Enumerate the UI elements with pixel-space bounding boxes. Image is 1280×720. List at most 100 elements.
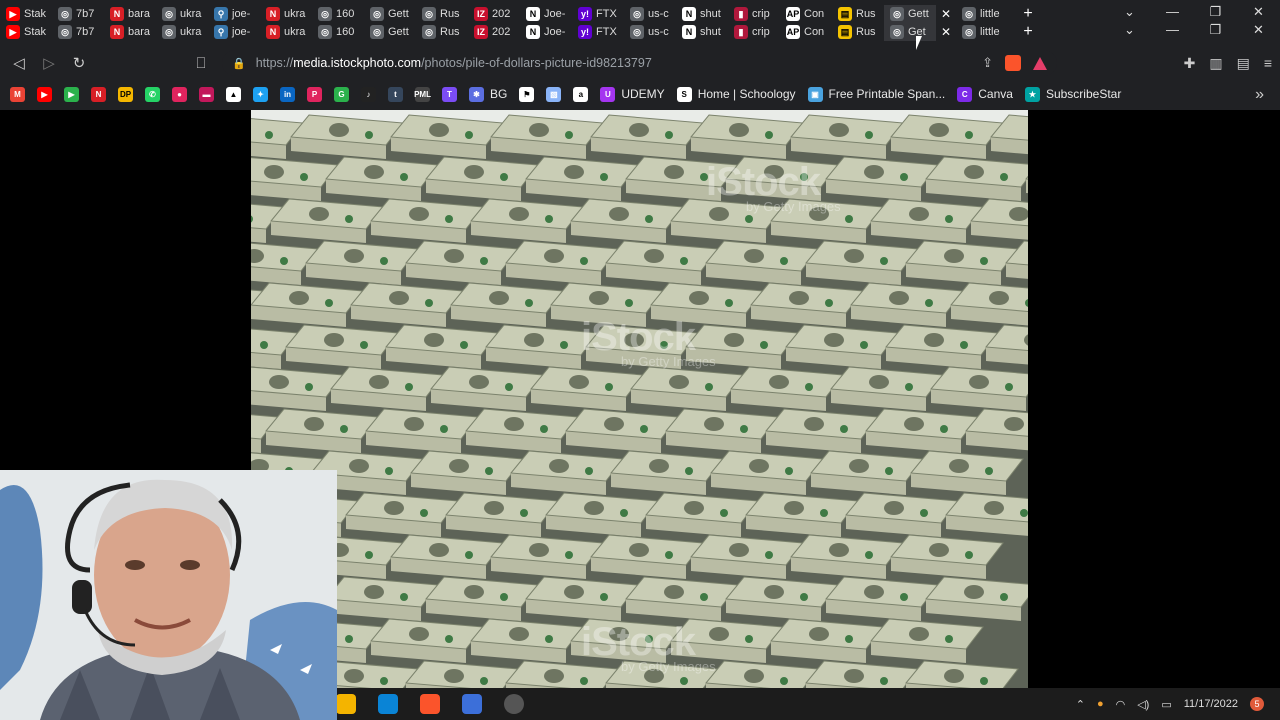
stock-photo-money-pile[interactable]: iStock by Getty Images iStock by Getty Ima…	[251, 110, 1028, 693]
tab[interactable]: N Joe-	[520, 5, 572, 23]
maximize-button[interactable]: ❐	[1194, 4, 1237, 20]
tab[interactable]: Nshut	[676, 5, 728, 23]
tab-search-icon[interactable]: ⌄	[1108, 4, 1151, 20]
bookmark-item[interactable]: G	[334, 86, 349, 102]
sidebar-icon[interactable]: ▥	[1209, 55, 1222, 72]
tab[interactable]: ◎ 7b7	[52, 23, 104, 41]
tray-overflow-icon[interactable]: ⌃	[1076, 698, 1085, 711]
bookmark-item[interactable]: ▧	[546, 86, 562, 102]
tab[interactable]: ◎ us-c	[624, 23, 676, 41]
app-icon[interactable]	[462, 694, 482, 714]
bookmark-item[interactable]: N	[91, 86, 106, 102]
tab[interactable]: Nukra	[260, 5, 312, 23]
tab[interactable]: Nbara	[104, 23, 156, 41]
menu-icon[interactable]: ≡	[1264, 55, 1272, 71]
tab[interactable]: ▤ Rus	[832, 5, 884, 23]
bookmark-item[interactable]: ▶	[64, 86, 79, 102]
minimize-button[interactable]: —	[1151, 22, 1194, 38]
tab[interactable]: ⚲ joe-	[208, 23, 260, 41]
tab[interactable]: ◎ ukra	[156, 23, 208, 41]
tab[interactable]: IZ 202	[468, 23, 520, 41]
bookmark-item[interactable]: ▶	[37, 86, 52, 102]
extensions-icon[interactable]: ✚	[1184, 55, 1196, 72]
tab[interactable]: y! FTX	[572, 23, 624, 41]
volume-icon[interactable]: ◁)	[1137, 698, 1149, 711]
tab-search-icon[interactable]: ⌄	[1108, 22, 1151, 38]
tab[interactable]: N Joe-	[520, 23, 572, 41]
bookmark-item[interactable]: ⚑	[519, 86, 535, 102]
bookmark-item[interactable]: DP	[118, 86, 133, 102]
tab[interactable]: ◎ Rus	[416, 5, 468, 23]
bookmark-item[interactable]: ★ SubscribeStar	[1024, 86, 1121, 102]
close-button[interactable]: ✕	[1237, 22, 1280, 38]
address-bar[interactable]: 🔒 https:// media.istockphoto.com /photos…	[222, 50, 1057, 76]
bookmark-item[interactable]: C Canva	[957, 86, 1013, 102]
maximize-button[interactable]: ❐	[1194, 22, 1237, 38]
chrome-icon[interactable]	[336, 694, 356, 714]
share-icon[interactable]: ⇪	[982, 55, 993, 71]
bookmark-item[interactable]: P	[307, 86, 322, 102]
bookmark-item[interactable]: ●	[172, 86, 187, 102]
tab[interactable]: ◎ 160	[312, 23, 364, 41]
tab[interactable]: Nshut	[676, 23, 728, 41]
mic-icon[interactable]: ●	[1097, 698, 1104, 710]
wallet-icon[interactable]: ▤	[1237, 55, 1250, 72]
bookmark-item[interactable]: U UDEMY	[600, 86, 665, 102]
bookmark-item[interactable]: S Home | Schoology	[676, 86, 796, 102]
tab[interactable]: ◎ little	[956, 23, 1008, 41]
tab[interactable]: ◎ Get	[884, 23, 936, 41]
tab[interactable]: IZ 202	[468, 5, 520, 23]
forward-button[interactable]: ▷	[34, 54, 64, 72]
brave-icon[interactable]	[420, 694, 440, 714]
close-tab-icon[interactable]: ✕	[936, 25, 956, 39]
tab[interactable]: ◎ little	[956, 5, 1008, 23]
bookmark-item[interactable]: ✱ BG	[469, 86, 507, 102]
tab[interactable]: Nukra	[260, 23, 312, 41]
tab[interactable]: ◎ Gett	[884, 5, 936, 23]
tab[interactable]: ⚲ joe-	[208, 5, 260, 23]
bookmark-item[interactable]: ✦	[253, 86, 268, 102]
bookmark-item[interactable]: ▬	[199, 86, 214, 102]
battery-icon[interactable]: ▭	[1161, 698, 1171, 711]
bookmark-item[interactable]: PML	[414, 86, 431, 102]
bookmark-item[interactable]: T	[442, 86, 457, 102]
bookmark-item[interactable]: ♪	[361, 86, 376, 102]
wifi-icon[interactable]: ◠	[1116, 698, 1126, 711]
bookmark-item[interactable]: M	[10, 86, 25, 102]
new-tab-button[interactable]: +	[1018, 5, 1038, 23]
minimize-button[interactable]: —	[1151, 4, 1194, 20]
tab[interactable]: ◎ Gett	[364, 5, 416, 23]
bookmark-item[interactable]: t	[388, 86, 403, 102]
tab[interactable]: ▮ crip	[728, 5, 780, 23]
bookmark-item[interactable]: a	[573, 86, 589, 102]
tab[interactable]: ▮ crip	[728, 23, 780, 41]
tab[interactable]: ◎ ukra	[156, 5, 208, 23]
bookmark-item[interactable]: ▲	[226, 86, 241, 102]
tab[interactable]: ◎ us-c	[624, 5, 676, 23]
close-button[interactable]: ✕	[1237, 4, 1280, 20]
date-display[interactable]: 11/17/2022	[1184, 698, 1238, 710]
brave-rewards-icon[interactable]	[1033, 56, 1047, 70]
tab[interactable]: ◎ 7b7	[52, 5, 104, 23]
bookmark-item[interactable]: in	[280, 86, 295, 102]
edge-icon[interactable]	[378, 694, 398, 714]
bookmark-item[interactable]: ▣ Free Printable Span...	[807, 86, 945, 102]
tab[interactable]: ▤ Rus	[832, 23, 884, 41]
back-button[interactable]: ◁	[4, 54, 34, 72]
tab[interactable]: ◎ Gett	[364, 23, 416, 41]
notification-badge[interactable]: 5	[1250, 697, 1264, 711]
tab[interactable]: ▶ Stak	[0, 5, 52, 23]
tab[interactable]: Nbara	[104, 5, 156, 23]
new-tab-button[interactable]: +	[1018, 23, 1038, 41]
tab[interactable]: AP Con	[780, 23, 832, 41]
close-tab-icon[interactable]: ✕	[936, 7, 956, 21]
tab[interactable]: ▶ Stak	[0, 23, 52, 41]
tab[interactable]: ◎ Rus	[416, 23, 468, 41]
tab[interactable]: ◎ 160	[312, 5, 364, 23]
tab[interactable]: AP Con	[780, 5, 832, 23]
bookmarks-overflow-icon[interactable]: »	[1255, 86, 1264, 104]
brave-shields-icon[interactable]	[1005, 55, 1021, 71]
tab[interactable]: y! FTX	[572, 5, 624, 23]
bookmark-page-icon[interactable]: ⎕	[186, 55, 216, 72]
bookmark-item[interactable]: ✆	[145, 86, 160, 102]
